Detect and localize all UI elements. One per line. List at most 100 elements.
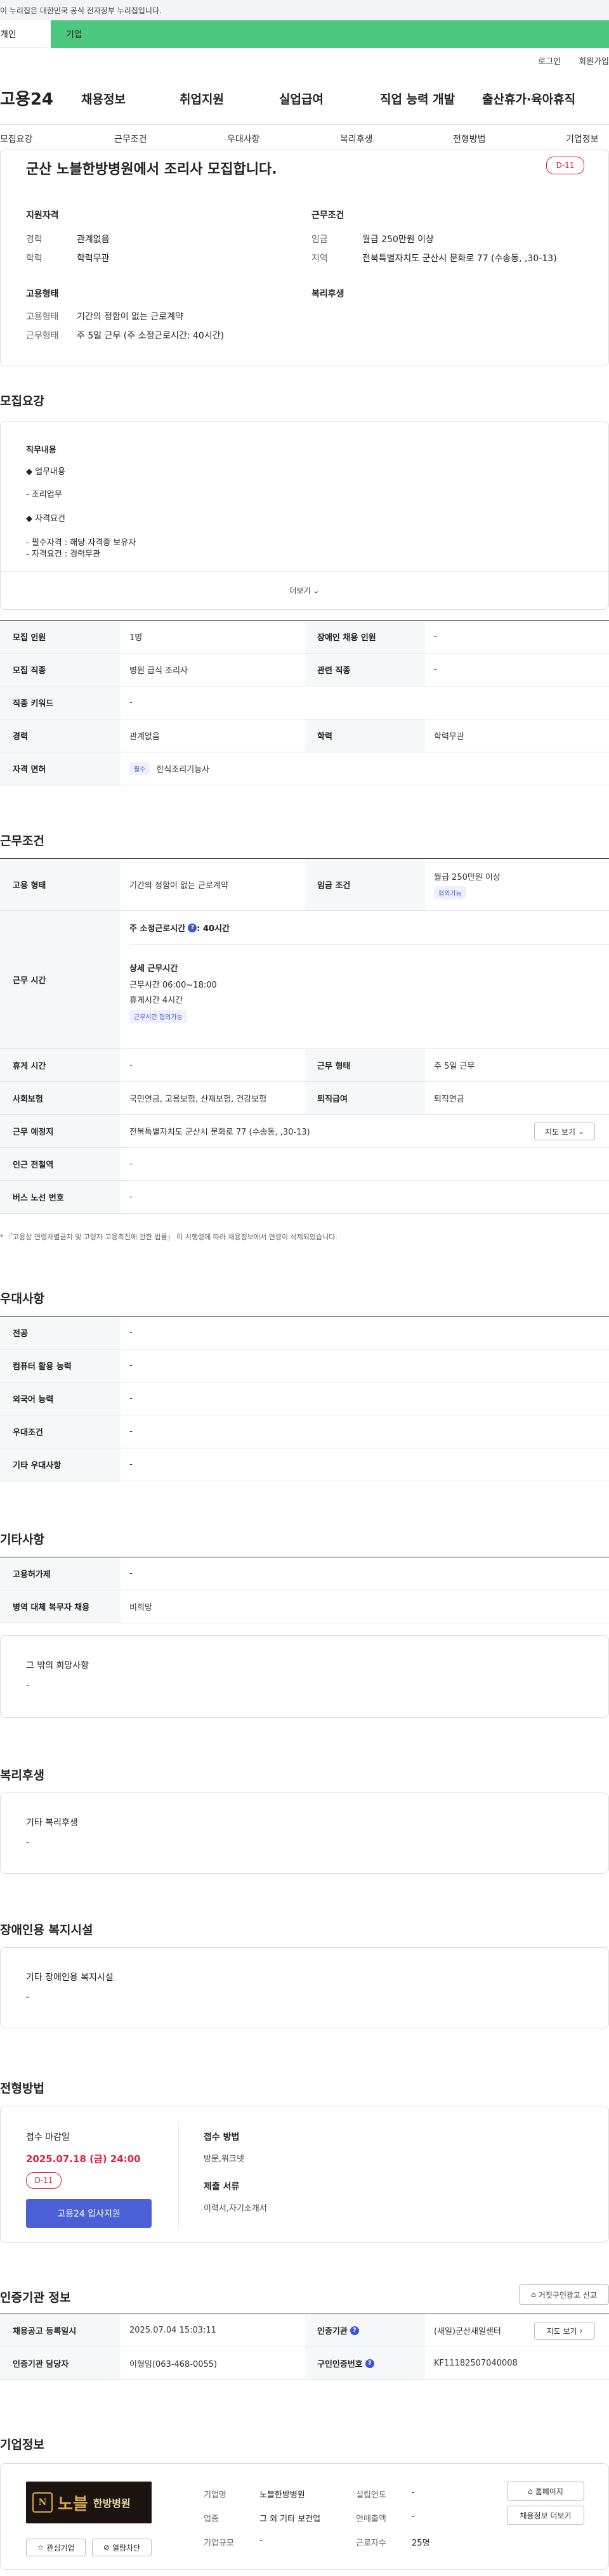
table-row: 사회보험 국민연금, 고용보험, 산재보험, 건강보험 퇴직급여 퇴직연금 xyxy=(0,1082,609,1115)
condition-title: 근무조건 xyxy=(311,210,344,221)
home-icon: ⌂ xyxy=(531,2290,536,2299)
table-row: 직종 키워드 - xyxy=(0,686,609,719)
table-row: 근무 예정지 전북특별자치도 군산시 문화로 77 (수송동, ,30-13) … xyxy=(0,1115,609,1148)
table-row: 근무 시간 주 소정근로시간?: 40시간 상세 근무시간 근무시간 06:00… xyxy=(0,911,609,1049)
table-row: 버스 노선 번호 - xyxy=(0,1181,609,1214)
company-logo: N 노블 한방병원 xyxy=(26,2482,152,2523)
help-icon[interactable]: ? xyxy=(365,2359,374,2368)
prefer-heading: 우대사항 xyxy=(0,1292,44,1306)
career-value: 관계없음 xyxy=(77,235,110,245)
join-link[interactable]: 회원가입 xyxy=(579,57,609,67)
facility-heading: 장애인용 복지시설 xyxy=(0,1923,93,1937)
table-row: 컴퓨터 활용 능력 - xyxy=(0,1349,609,1382)
prefer-table: 전공 - 컴퓨터 활용 능력 - 외국어 능력 - 우대조건 - 기타 우대사항 - xyxy=(0,1316,609,1481)
tab-process[interactable]: 전형방법 xyxy=(453,132,486,145)
gnb-item-jobs[interactable]: 채용정보 xyxy=(81,90,126,107)
login-link[interactable]: 로그인 xyxy=(538,57,561,67)
dday-badge: D-11 xyxy=(26,2172,62,2189)
help-icon[interactable]: ? xyxy=(350,2326,359,2335)
tab-company[interactable]: 기업정보 xyxy=(566,132,599,145)
duty-line: ◆ 업무내용 xyxy=(26,467,65,477)
agency-map-button[interactable]: 지도 보기 › xyxy=(534,2322,595,2340)
tab-welfare[interactable]: 복리후생 xyxy=(340,132,373,145)
homepage-button[interactable]: ⌂ 홈페이지 xyxy=(507,2482,584,2501)
gnb-item-job-training[interactable]: 직업 능력 개발 xyxy=(380,90,455,107)
negotiable-badge: 근무시간 협의가능 xyxy=(129,1010,187,1023)
emp-type-value: 기간의 정함이 없는 근로계약 xyxy=(77,312,183,322)
apply-button[interactable]: 고용24 입사지원 xyxy=(26,2199,152,2228)
global-nav: 고용24 채용정보 취업지원 실업급여 직업 능력 개발 출산휴가·육아휴직 xyxy=(0,81,609,119)
table-row: 모집 직종 병원 급식 조리사 관련 직종 - xyxy=(0,654,609,686)
table-row: 고용허가제 - xyxy=(0,1557,609,1590)
duty-card: 직무내용 ◆ 업무내용 - 조리업무 ◆ 자격요건 - 필수자격 : 해당 자격… xyxy=(0,421,609,610)
gnb-item-unemployment-benefit[interactable]: 실업급여 xyxy=(279,90,324,107)
job-title: 군산 노블한방병원에서 조리사 모집합니다. xyxy=(26,162,277,177)
work-form-label: 근무형태 xyxy=(26,331,59,341)
table-row: 휴게 시간 - 근무 형태 주 5일 근무 xyxy=(0,1049,609,1082)
career-label: 경력 xyxy=(26,235,43,245)
report-fake-ad-button[interactable]: ⌂ 거짓구인광고 신고 xyxy=(519,2284,609,2305)
welfare-title: 복리후생 xyxy=(311,289,344,299)
more-button[interactable]: 더보기 ⌄ xyxy=(1,571,608,609)
map-button[interactable]: 지도 보기 ⌄ xyxy=(534,1123,595,1140)
table-row: 고용 형태 기간의 정함이 없는 근로계약 임금 조건 월급 250만원 이상 협… xyxy=(0,859,609,911)
job-summary-card: 군산 노블한방병원에서 조리사 모집합니다. D-11 지원자격 경력 관계없음… xyxy=(0,150,609,366)
site-logo[interactable]: 고용24 xyxy=(0,86,53,110)
wish-card: 그 밖의 희망사항 - xyxy=(0,1635,609,1718)
emp-type-title: 고용형태 xyxy=(26,289,59,299)
company-card: N 노블 한방병원 ☆ 관심기업 ⊘ 열람차단 기업명 노블한방병원 업종 그 외 … xyxy=(0,2463,609,2570)
block-company-button[interactable]: ⊘ 열람차단 xyxy=(92,2539,152,2556)
recruit-table: 모집 인원 1명 장애인 채용 인원 - 모집 직종 병원 급식 조리사 관련 … xyxy=(0,620,609,785)
gnb-item-employment-support[interactable]: 취업지원 xyxy=(180,90,224,107)
tab-prefer[interactable]: 우대사항 xyxy=(227,132,260,145)
edu-value: 학력무관 xyxy=(77,254,110,264)
etc-table: 고용허가제 - 병역 대체 복무자 채용 비희망 xyxy=(0,1557,609,1623)
logo-emblem-icon: N xyxy=(32,2492,53,2513)
table-row: 병역 대체 복무자 채용 비희망 xyxy=(0,1590,609,1623)
tab-company[interactable]: 기업 xyxy=(51,20,609,48)
table-row: 전공 - xyxy=(0,1317,609,1349)
tab-recruit[interactable]: 모집요강 xyxy=(0,132,33,145)
section-tabs: 모집요강 근무조건 우대사항 복리후생 전형방법 기업정보 xyxy=(0,124,609,152)
wage-label: 임금 xyxy=(311,235,328,245)
agency-heading: 인증기관 정보 xyxy=(0,2291,71,2305)
emp-type-label: 고용형태 xyxy=(26,312,59,322)
work-form-value: 주 5일 근무 (주 소정근로시간: 40시간) xyxy=(77,331,225,341)
more-jobs-button[interactable]: 채용정보 더보기 xyxy=(507,2506,584,2525)
chevron-down-icon: ⌄ xyxy=(577,1127,585,1136)
member-type-tabs: 개인 기업 xyxy=(0,20,609,48)
table-row: 외국어 능력 - xyxy=(0,1382,609,1415)
tab-conditions[interactable]: 근무조건 xyxy=(114,132,147,145)
duty-line: - 자격요건 : 경력무관 xyxy=(26,550,101,559)
facility-card: 기타 장애인용 복지시설 - xyxy=(0,1947,609,2028)
table-row: 경력 관계없음 학력 학력무관 xyxy=(0,719,609,752)
welfare-heading: 복리후생 xyxy=(0,1768,44,1782)
duty-title: 직무내용 xyxy=(26,446,56,455)
gnb-item-parental-leave[interactable]: 출산휴가·육아휴직 xyxy=(482,90,575,107)
conditions-table: 고용 형태 기간의 정함이 없는 근로계약 임금 조건 월급 250만원 이상 협… xyxy=(0,858,609,1214)
process-card: 접수 마감일 2025.07.18 (금) 24:00 D-11 고용24 입사… xyxy=(0,2106,609,2243)
table-row: 인증기관 담당자 이형임(063-468-0055) 구인인증번호? KF111… xyxy=(0,2347,609,2380)
favorite-company-button[interactable]: ☆ 관심기업 xyxy=(26,2539,86,2556)
welfare-card: 기타 복리후생 - xyxy=(0,1793,609,1874)
age-notice: * 『고용상 연령차별금지 및 고령자 고용촉진에 관한 법률』 이 시행령에 … xyxy=(0,1233,337,1241)
chevron-down-icon: ⌄ xyxy=(313,586,320,595)
table-row: 우대조건 - xyxy=(0,1415,609,1448)
dday-badge: D-11 xyxy=(546,157,584,174)
home-icon: ⌂ xyxy=(528,2487,533,2496)
duty-line: ◆ 자격요건 xyxy=(26,514,65,524)
table-row: 인근 전철역 - xyxy=(0,1148,609,1181)
divider xyxy=(178,2123,179,2229)
recruit-heading: 모집요강 xyxy=(0,394,44,408)
table-row: 자격 면허 필수 한식조리기능사 xyxy=(0,752,609,785)
deadline-date: 2025.07.18 (금) 24:00 xyxy=(26,2153,141,2165)
help-icon[interactable]: ? xyxy=(188,923,197,932)
table-row: 모집 인원 1명 장애인 채용 인원 - xyxy=(0,621,609,654)
star-icon: ☆ xyxy=(37,2543,44,2552)
agency-table: 채용공고 등록일시 2025.07.04 15:03:11 인증기관? (새일)… xyxy=(0,2314,609,2380)
company-heading: 기업정보 xyxy=(0,2438,44,2452)
duty-line: - 필수자격 : 해당 자격증 보유자 xyxy=(26,538,136,548)
weekly-hours: 주 소정근로시간?: 40시간 xyxy=(129,911,609,945)
chevron-right-icon: › xyxy=(579,2326,583,2335)
tab-personal[interactable]: 개인 xyxy=(0,20,51,48)
